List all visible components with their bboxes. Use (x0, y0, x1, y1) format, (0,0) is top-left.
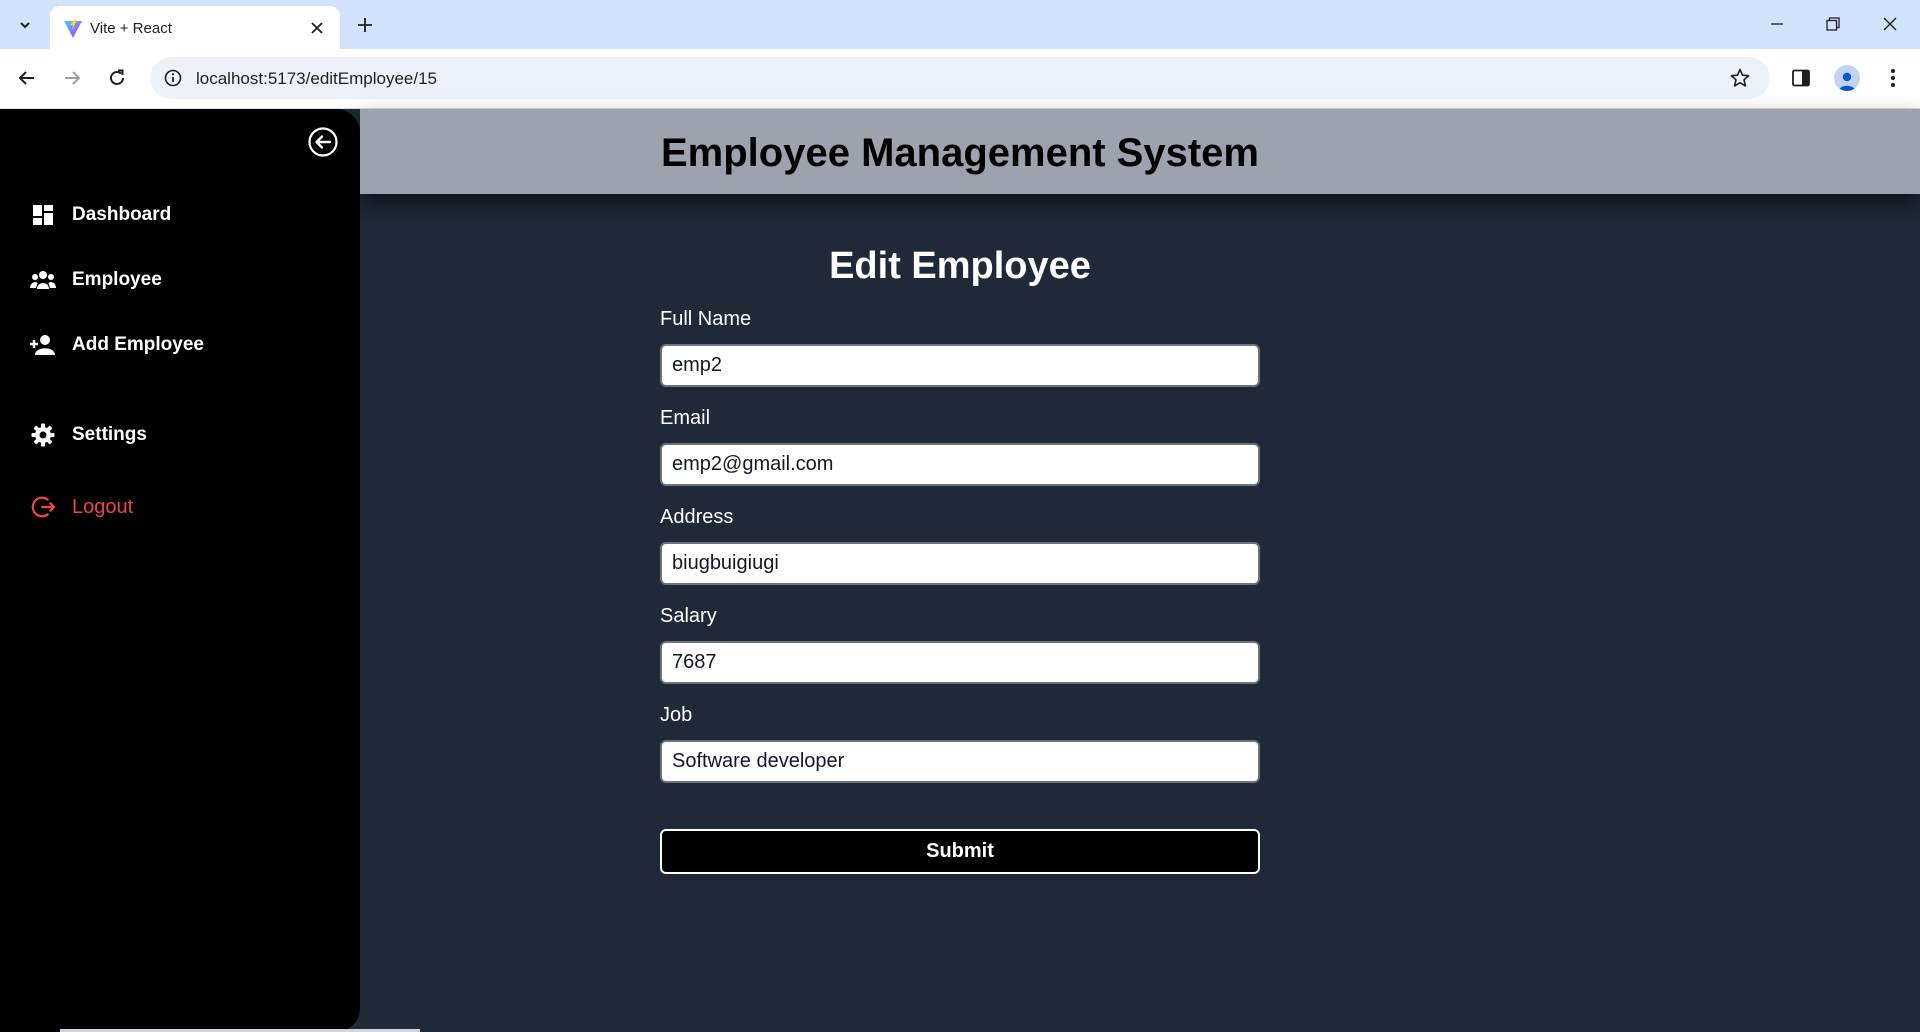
form-title: Edit Employee (829, 245, 1091, 287)
address-label: Address (660, 506, 734, 528)
sidebar-item-label: Logout (72, 495, 134, 518)
arrow-left-icon (18, 71, 34, 85)
email-input[interactable] (660, 443, 1260, 486)
sidebar-item-label: Employee (72, 269, 162, 290)
full-name-label: Full Name (660, 308, 752, 330)
logout-icon (30, 494, 56, 520)
sidebar-item-label: Dashboard (72, 204, 172, 225)
tab-title: Vite + React (90, 20, 172, 37)
submit-button[interactable]: Submit (660, 829, 1260, 874)
chevron-down-icon (20, 22, 30, 29)
reload-icon (110, 69, 124, 85)
browser-tab[interactable]: Vite + React (50, 6, 340, 49)
sidebar-item-settings[interactable]: Settings (30, 418, 147, 452)
sidebar-item-dashboard[interactable]: Dashboard (30, 198, 171, 232)
job-input[interactable] (660, 740, 1260, 783)
arrow-left-circle-icon (308, 127, 338, 157)
add-person-icon (30, 332, 56, 358)
job-label: Job (660, 704, 693, 726)
close-icon (1883, 17, 1897, 31)
people-icon (30, 267, 56, 293)
browser-menu-button[interactable] (1876, 61, 1910, 95)
arrow-right-icon (65, 71, 81, 85)
info-icon (164, 69, 182, 87)
person-icon (1839, 72, 1855, 91)
gear-icon (30, 422, 56, 448)
close-window-button[interactable] (1870, 8, 1910, 40)
full-name-input[interactable] (660, 344, 1260, 387)
url-text: localhost:5173/editEmployee/15 (196, 69, 437, 88)
tab-close-button[interactable] (306, 17, 328, 39)
app-root: Dashboard Employee Add Employee Settings (0, 109, 1920, 1032)
sidebar: Dashboard Employee Add Employee Settings (0, 109, 420, 1032)
close-icon (311, 22, 323, 34)
sidebar-item-add-employee[interactable]: Add Employee (30, 328, 204, 362)
browser-tab-bar: Vite + React (0, 0, 1920, 49)
collapse-sidebar-button[interactable] (306, 125, 340, 159)
new-tab-button[interactable] (352, 12, 378, 38)
minimize-icon (1771, 23, 1783, 25)
sidebar-item-label: Settings (72, 424, 147, 445)
restore-button[interactable] (1813, 8, 1853, 40)
minimize-button[interactable] (1757, 8, 1797, 40)
sidebar-item-employee[interactable]: Employee (30, 263, 162, 297)
top-header: Employee Management System (360, 109, 1920, 194)
more-vertical-icon (1891, 69, 1895, 87)
tab-search-button[interactable] (11, 12, 39, 38)
back-button[interactable] (10, 61, 44, 95)
forward-button[interactable] (55, 61, 89, 95)
address-bar[interactable]: localhost:5173/editEmployee/15 (150, 57, 1770, 99)
profile-button[interactable] (1830, 61, 1864, 95)
sidebar-item-logout[interactable]: Logout (30, 490, 133, 524)
bookmark-button[interactable] (1728, 66, 1752, 90)
restore-icon (1826, 17, 1840, 31)
salary-label: Salary (660, 605, 717, 627)
salary-input[interactable] (660, 641, 1260, 684)
site-info-button[interactable] (162, 67, 184, 89)
plus-icon (358, 18, 372, 32)
browser-toolbar: localhost:5173/editEmployee/15 (0, 49, 1920, 109)
vite-logo-icon (64, 20, 82, 38)
reload-button[interactable] (100, 61, 134, 95)
dashboard-icon (30, 202, 56, 228)
sidebar-item-label: Add Employee (72, 334, 204, 355)
star-icon (1730, 68, 1750, 87)
page-title: Employee Management System (661, 131, 1259, 175)
avatar (1834, 65, 1860, 91)
address-input[interactable] (660, 542, 1260, 585)
email-label: Email (660, 407, 711, 429)
side-panel-button[interactable] (1784, 61, 1818, 95)
side-panel-icon (1792, 69, 1810, 87)
